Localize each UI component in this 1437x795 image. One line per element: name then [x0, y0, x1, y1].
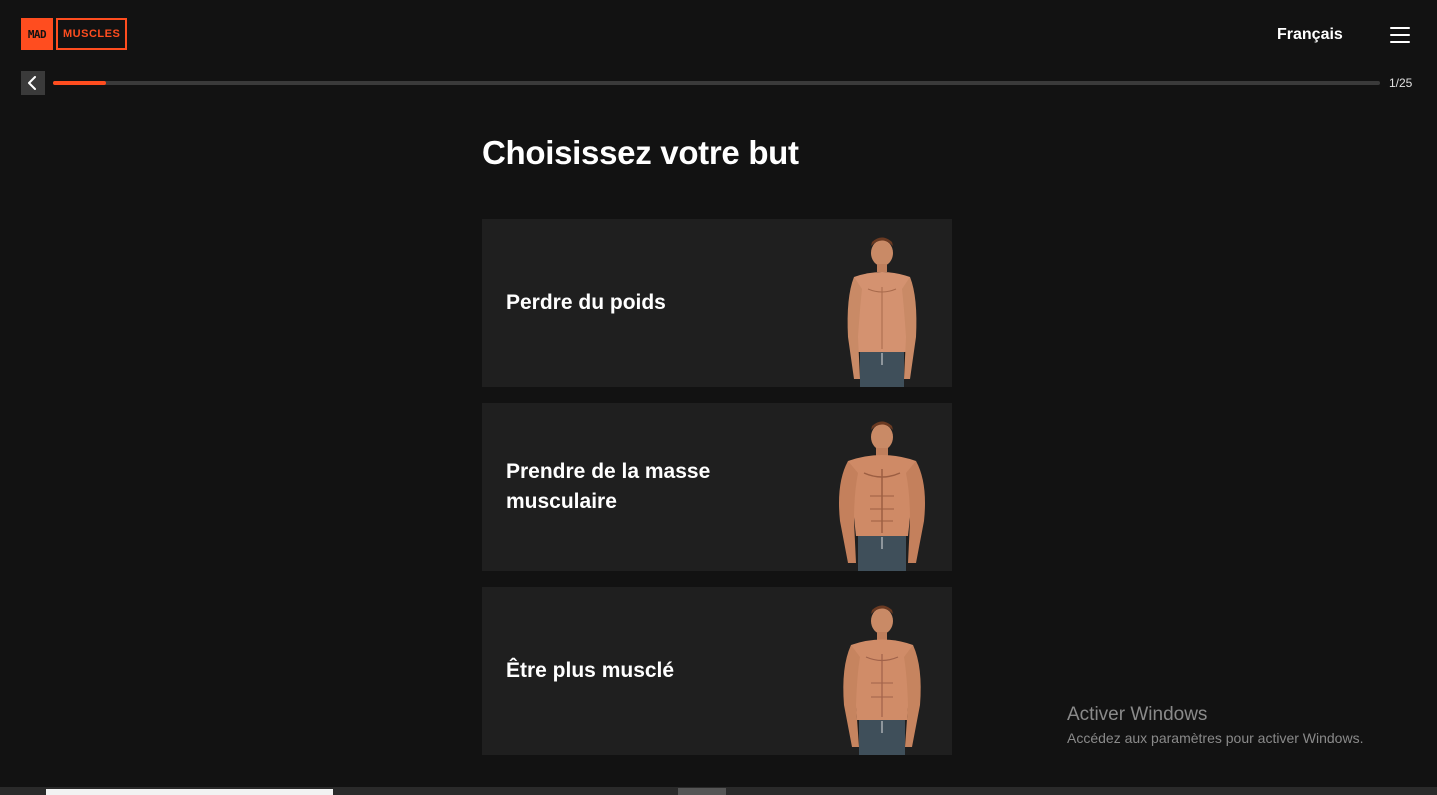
- man-figure-image: [839, 421, 925, 571]
- progress-bar: [53, 81, 1380, 85]
- page-title: Choisissez votre but: [482, 134, 799, 171]
- windows-activation-title: Activer Windows: [1067, 704, 1208, 725]
- windows-activation-subtitle: Accédez aux paramètres pour activer Wind…: [1067, 730, 1364, 746]
- hamburger-menu-icon[interactable]: [1390, 27, 1412, 43]
- page: MAD MUSCLES Français 1/25 Choisissez vot…: [0, 0, 1437, 795]
- goal-option-label: Être plus musclé: [506, 659, 675, 682]
- goal-options-list: Perdre du poids Prendre de la masse musc…: [482, 219, 952, 771]
- man-figure-image: [847, 237, 917, 387]
- logo-muscles-text: MUSCLES: [56, 18, 128, 50]
- brand-logo[interactable]: MAD MUSCLES: [21, 18, 128, 50]
- goal-option-label: Prendre de la masse musculaire: [506, 460, 711, 513]
- goal-option-label: Perdre du poids: [506, 291, 666, 314]
- goal-option-lose-weight[interactable]: Perdre du poids: [482, 219, 952, 387]
- step-counter: 1/25: [1389, 76, 1413, 90]
- taskbar-window-preview: [46, 789, 333, 795]
- goal-option-get-more-muscular[interactable]: Être plus musclé: [482, 587, 952, 755]
- chevron-left-icon: [28, 76, 36, 90]
- taskbar-item: [678, 788, 726, 795]
- logo-mad-mark: MAD: [21, 18, 53, 50]
- goal-option-gain-muscle[interactable]: Prendre de la masse musculaire: [482, 403, 952, 571]
- man-figure-image: [843, 605, 921, 755]
- back-button[interactable]: [21, 71, 45, 95]
- language-selector[interactable]: Français: [1277, 26, 1343, 44]
- progress-bar-fill: [53, 81, 107, 85]
